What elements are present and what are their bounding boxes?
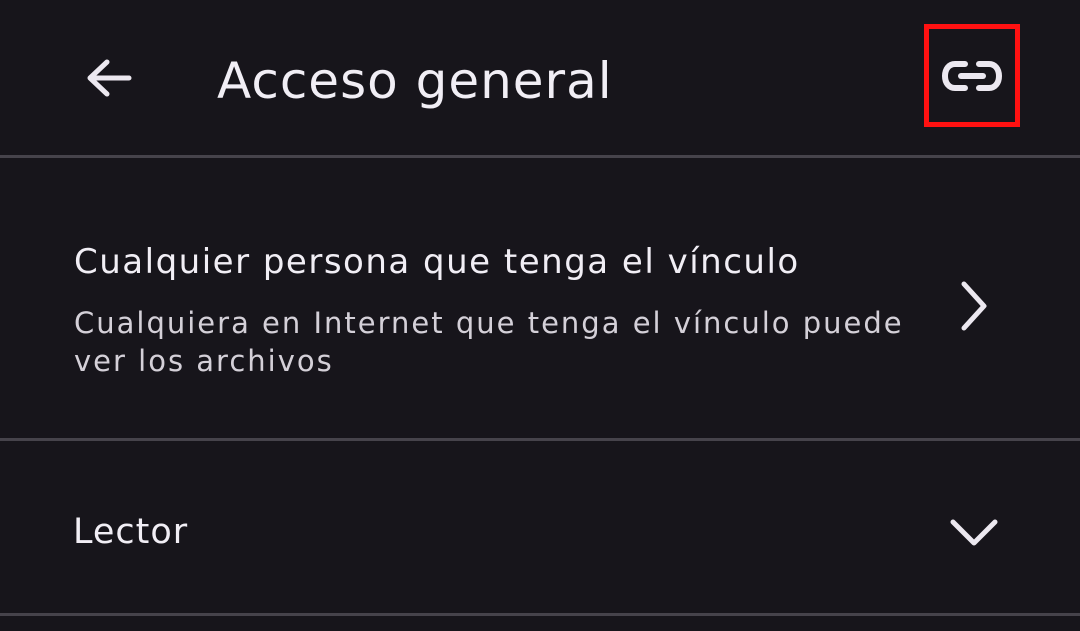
- back-button[interactable]: [72, 46, 144, 110]
- general-access-screen: Acceso general Cualquier persona que ten…: [0, 0, 1080, 631]
- role-dropdown-chevron[interactable]: [942, 503, 1006, 559]
- arrow-left-icon: [87, 59, 132, 97]
- chevron-down-icon: [950, 519, 998, 546]
- general-access-option[interactable]: [0, 158, 1080, 439]
- general-access-title: Cualquier persona que tenga el vínculo: [74, 242, 800, 282]
- page-title: Acceso general: [217, 52, 613, 110]
- role-label: Lector: [73, 512, 189, 552]
- link-icon: [941, 60, 1003, 91]
- app-bar: Acceso general: [0, 0, 1080, 156]
- bottom-divider: [0, 613, 1080, 616]
- copy-link-button[interactable]: [924, 24, 1020, 127]
- general-access-description: Cualquiera en Internet que tenga el vínc…: [74, 306, 904, 378]
- chevron-right-icon: [961, 281, 987, 331]
- general-access-chevron[interactable]: [946, 276, 1000, 336]
- section-divider: [0, 438, 1080, 441]
